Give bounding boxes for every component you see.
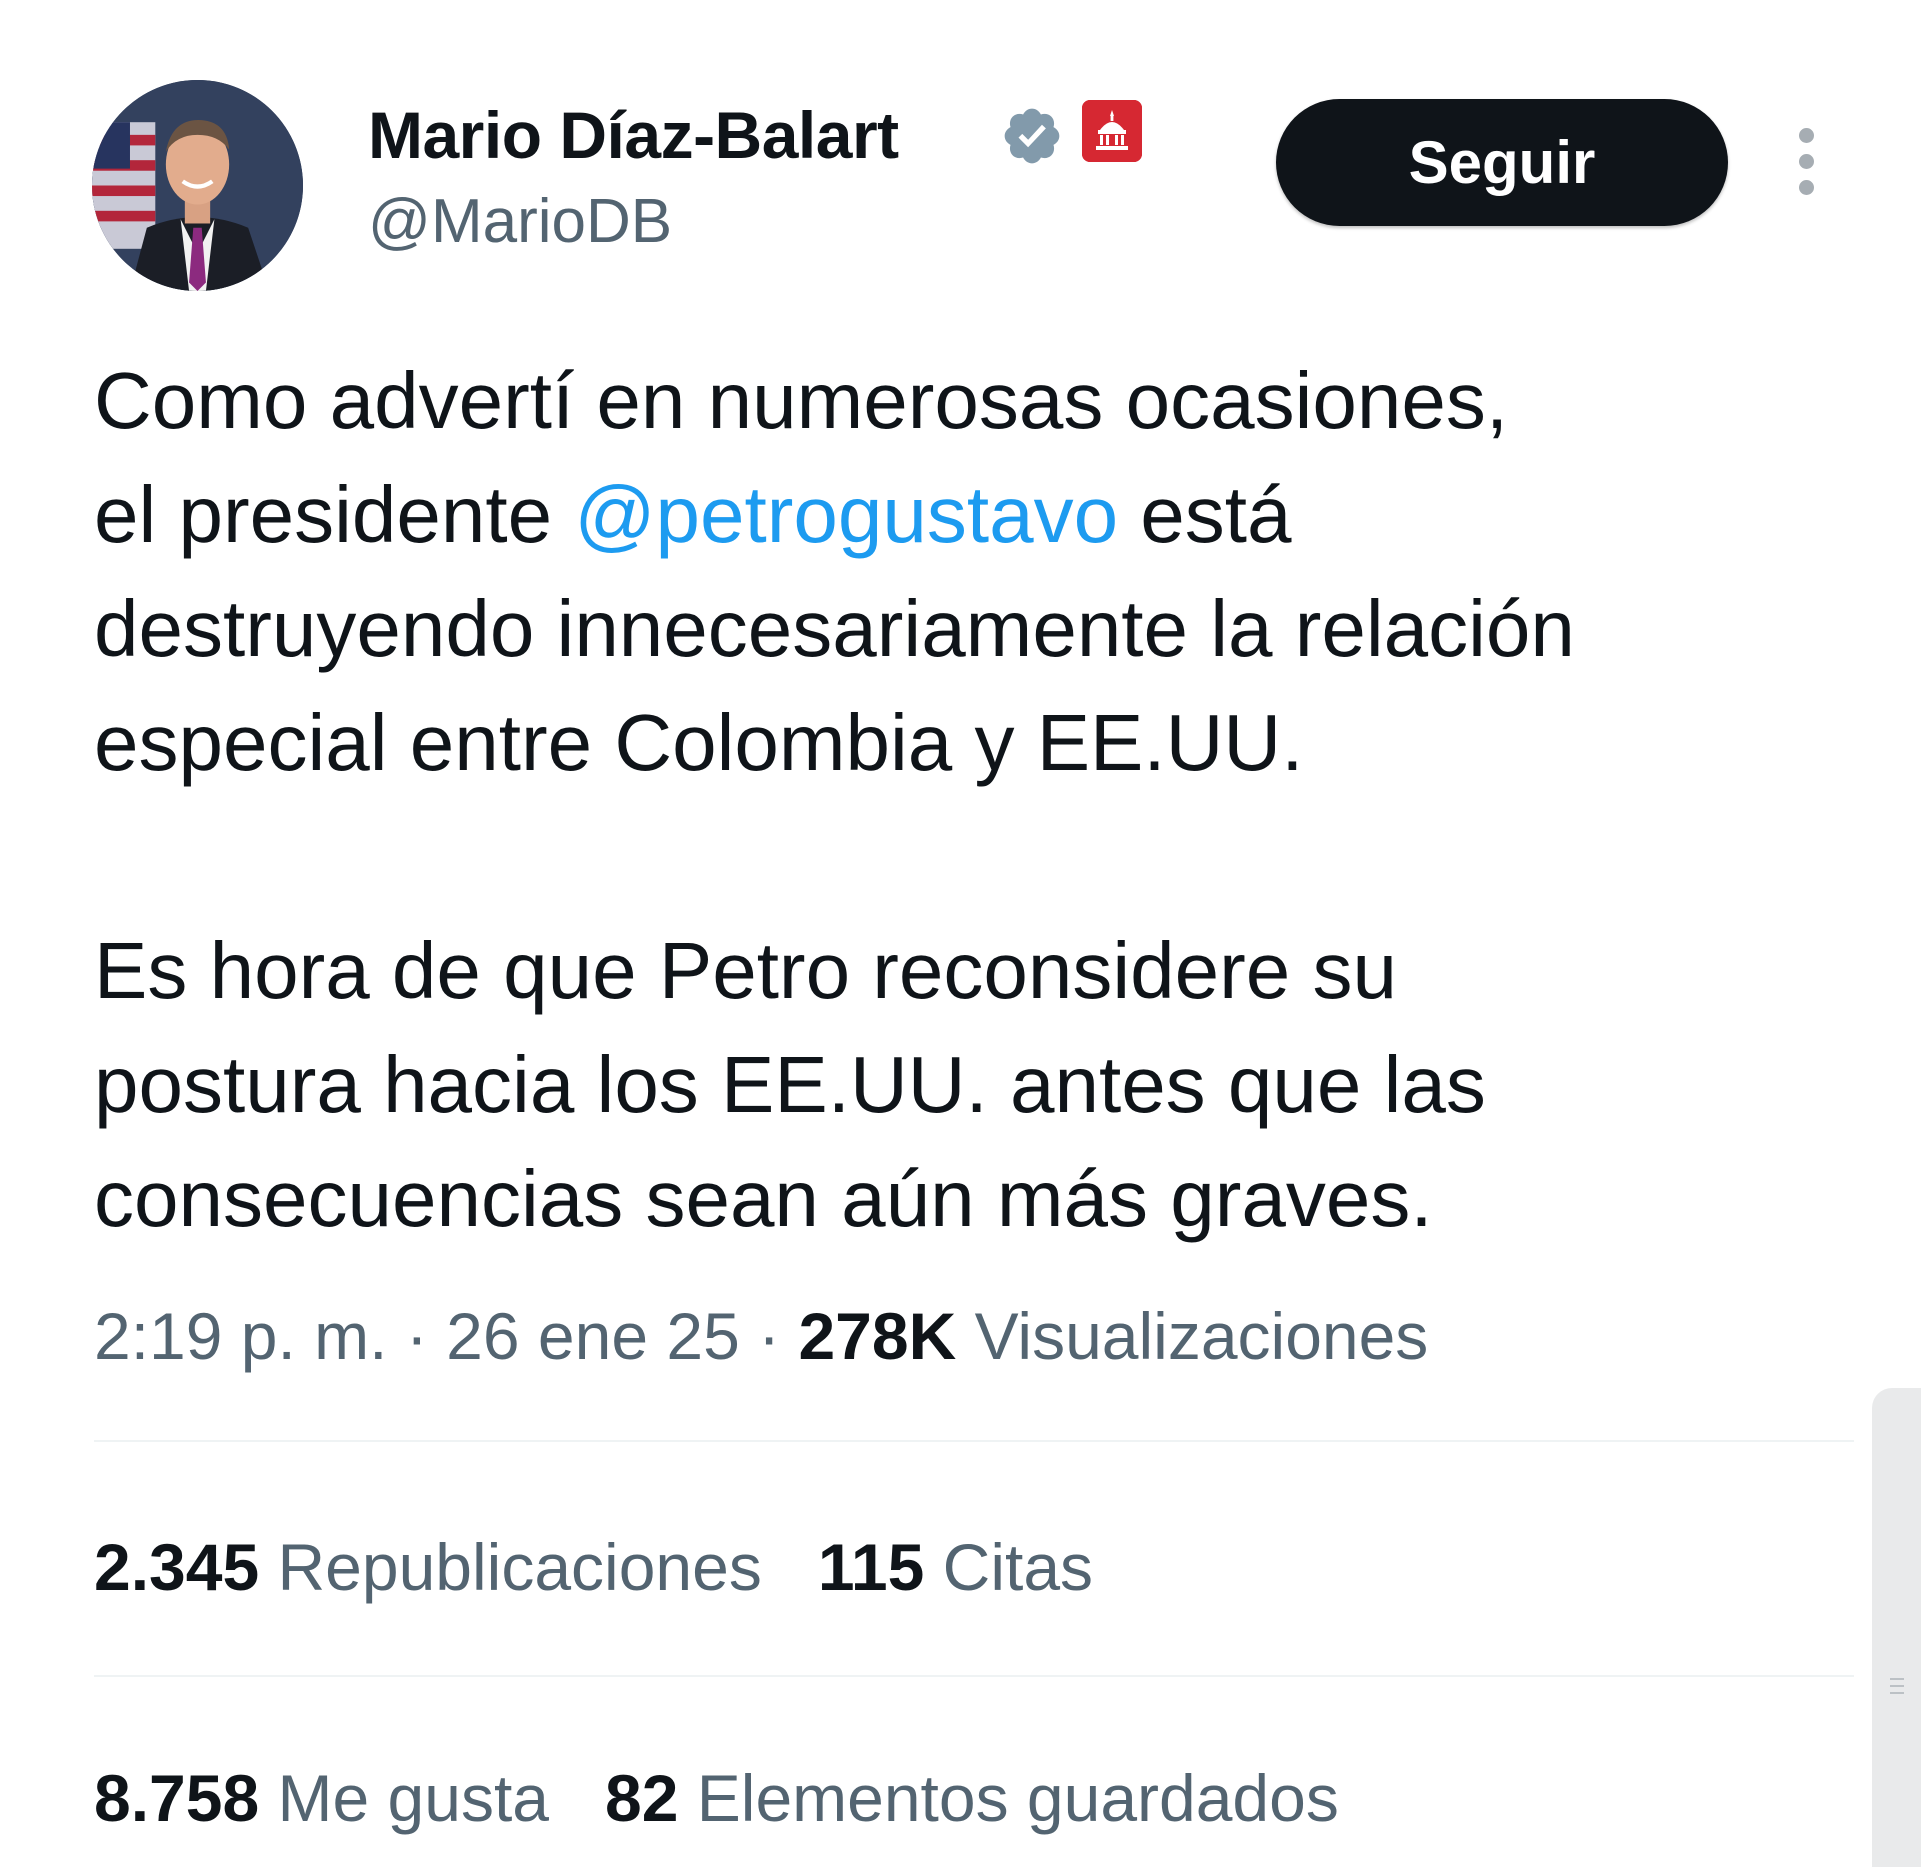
divider <box>94 1440 1854 1442</box>
timestamp-time[interactable]: 2:19 p. m. <box>94 1299 388 1373</box>
quotes-label: Citas <box>942 1530 1094 1604</box>
profile-photo <box>92 80 303 291</box>
user-handle[interactable]: @MarioDB <box>368 184 672 260</box>
quotes-stat[interactable]: 115 Citas <box>818 1530 1093 1604</box>
tweet-meta: 2:19 p. m. · 26 ene 25 · 278K Visualizac… <box>94 1296 1428 1376</box>
tweet-line: el presidente @petrogustavo está <box>94 458 1794 572</box>
follow-button[interactable]: Seguir <box>1276 99 1728 226</box>
bookmarks-count: 82 <box>605 1761 679 1835</box>
likes-stat[interactable]: 8.758 Me gusta <box>94 1761 549 1835</box>
divider <box>94 1675 1854 1677</box>
meta-separator: · <box>405 1299 428 1373</box>
reposts-label: Republicaciones <box>277 1530 762 1604</box>
tweet-text-segment: el presidente <box>94 470 575 559</box>
display-name[interactable]: Mario Díaz-Balart <box>368 95 899 175</box>
stats-row-reposts: 2.345 Republicaciones 115 Citas <box>94 1527 1093 1607</box>
reposts-stat[interactable]: 2.345 Republicaciones <box>94 1530 762 1604</box>
likes-count: 8.758 <box>94 1761 260 1835</box>
reposts-count: 2.345 <box>94 1530 260 1604</box>
tweet-line: Es hora de que Petro reconsidere su <box>94 926 1398 1015</box>
views-count: 278K <box>798 1299 957 1373</box>
bookmarks-label: Elementos guardados <box>696 1761 1339 1835</box>
likes-label: Me gusta <box>277 1761 549 1835</box>
views-label: Visualizaciones <box>974 1299 1429 1373</box>
stats-row-likes: 8.758 Me gusta 82 Elementos guardados <box>94 1758 1339 1838</box>
scrollbar[interactable] <box>1872 1388 1921 1867</box>
tweet-line: postura hacia los EE.UU. antes que las <box>94 1040 1486 1129</box>
more-vertical-icon[interactable] <box>1792 128 1820 202</box>
avatar[interactable] <box>92 80 303 291</box>
tweet-line: consecuencias sean aún más graves. <box>94 1154 1433 1243</box>
bookmarks-stat[interactable]: 82 Elementos guardados <box>605 1761 1339 1835</box>
timestamp-date[interactable]: 26 ene 25 <box>446 1299 740 1373</box>
tweet-text-segment: está <box>1118 470 1292 559</box>
meta-separator: · <box>758 1299 781 1373</box>
verified-badge-icon[interactable] <box>1000 104 1064 168</box>
mention-link[interactable]: @petrogustavo <box>574 470 1118 559</box>
tweet-line: especial entre Colombia y EE.UU. <box>94 698 1304 787</box>
tweet-line: destruyendo innecesariamente la relación <box>94 584 1575 673</box>
tweet-text: Como advertí en numerosas ocasiones, el … <box>94 344 1794 1256</box>
government-badge-icon[interactable] <box>1082 100 1142 162</box>
scrollbar-grip-icon[interactable] <box>1890 1678 1904 1698</box>
quotes-count: 115 <box>817 1530 925 1604</box>
tweet-detail: Mario Díaz-Balart @MarioDB Seguir Como a… <box>0 0 1921 1867</box>
tweet-line: Como advertí en numerosas ocasiones, <box>94 356 1509 445</box>
